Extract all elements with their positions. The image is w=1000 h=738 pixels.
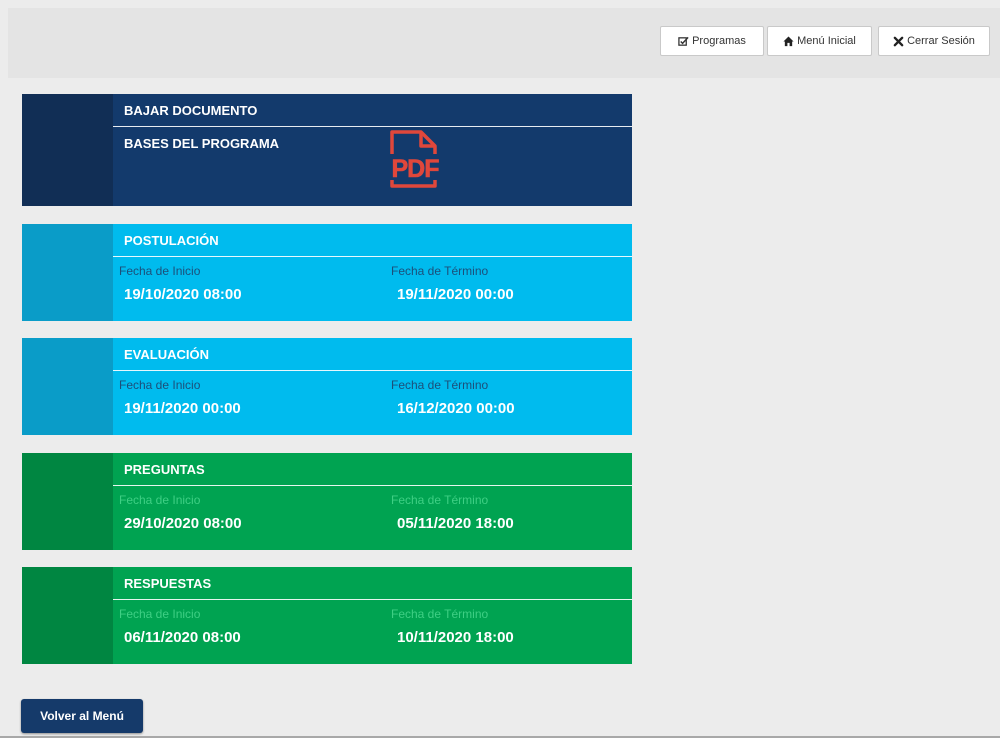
start-date-value: 19/10/2020 08:00: [124, 286, 242, 303]
phase-title: RESPUESTAS: [113, 567, 632, 600]
back-to-menu-button[interactable]: Volver al Menú: [21, 699, 143, 733]
logout-label: Cerrar Sesión: [907, 35, 975, 47]
programs-button[interactable]: Programas: [660, 26, 764, 56]
pdf-icon-text: PDF: [392, 155, 440, 183]
document-card-body: BAJAR DOCUMENTO BASES DEL PROGRAMA PDF: [113, 94, 632, 206]
end-date-value: 19/11/2020 00:00: [397, 286, 514, 303]
document-item-name: BASES DEL PROGRAMA: [124, 136, 280, 151]
phase-card-body: EVALUACIÓN Fecha de Inicio Fecha de Térm…: [113, 338, 632, 435]
home-icon: [783, 35, 794, 46]
phase-card-side: [22, 224, 113, 321]
end-date-value: 16/12/2020 00:00: [397, 400, 515, 417]
main-menu-button[interactable]: Menú Inicial: [767, 26, 872, 56]
start-date-label: Fecha de Inicio: [119, 264, 201, 278]
document-card-side: [22, 94, 113, 206]
phase-card-preguntas: PREGUNTAS Fecha de Inicio Fecha de Térmi…: [22, 453, 632, 550]
end-date-value: 05/11/2020 18:00: [397, 515, 514, 532]
end-date-label: Fecha de Término: [391, 607, 489, 621]
edit-check-icon: [678, 36, 689, 46]
phase-card-side: [22, 338, 113, 435]
logout-button[interactable]: Cerrar Sesión: [878, 26, 990, 56]
start-date-label: Fecha de Inicio: [119, 493, 201, 507]
start-date-label: Fecha de Inicio: [119, 607, 201, 621]
main-menu-label: Menú Inicial: [797, 35, 856, 47]
start-date-value: 06/11/2020 08:00: [124, 629, 241, 646]
phase-title: EVALUACIÓN: [113, 338, 632, 371]
start-date-value: 29/10/2020 08:00: [124, 515, 242, 532]
phase-card-postulacion: POSTULACIÓN Fecha de Inicio Fecha de Tér…: [22, 224, 632, 321]
phase-card-body: POSTULACIÓN Fecha de Inicio Fecha de Tér…: [113, 224, 632, 321]
start-date-value: 19/11/2020 00:00: [124, 400, 241, 417]
phase-card-evaluacion: EVALUACIÓN Fecha de Inicio Fecha de Térm…: [22, 338, 632, 435]
end-date-label: Fecha de Término: [391, 378, 489, 392]
start-date-label: Fecha de Inicio: [119, 378, 201, 392]
phase-title: POSTULACIÓN: [113, 224, 632, 257]
end-date-value: 10/11/2020 18:00: [397, 629, 514, 646]
phase-card-respuestas: RESPUESTAS Fecha de Inicio Fecha de Térm…: [22, 567, 632, 664]
document-card-title: BAJAR DOCUMENTO: [113, 94, 632, 127]
document-card: BAJAR DOCUMENTO BASES DEL PROGRAMA PDF: [22, 94, 632, 206]
close-icon: [893, 36, 904, 46]
phase-card-side: [22, 567, 113, 664]
phase-card-body: PREGUNTAS Fecha de Inicio Fecha de Térmi…: [113, 453, 632, 550]
phase-card-side: [22, 453, 113, 550]
programs-label: Programas: [692, 35, 746, 47]
top-bar: Programas Menú Inicial Cerrar Sesión: [8, 8, 1000, 78]
pdf-icon[interactable]: PDF: [387, 130, 449, 188]
end-date-label: Fecha de Término: [391, 264, 489, 278]
phase-title: PREGUNTAS: [113, 453, 632, 486]
phase-card-body: RESPUESTAS Fecha de Inicio Fecha de Térm…: [113, 567, 632, 664]
end-date-label: Fecha de Término: [391, 493, 489, 507]
